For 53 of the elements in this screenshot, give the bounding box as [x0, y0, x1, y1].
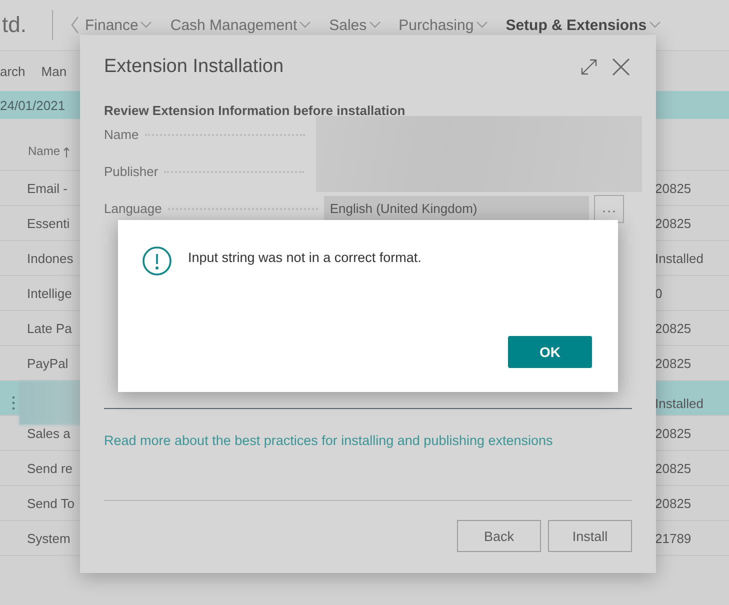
dialog-button[interactable]: Install	[548, 520, 632, 552]
table-cell: PayPal	[27, 356, 68, 370]
best-practices-link[interactable]: Read more about the best practices for installing and publishing extensions	[104, 433, 632, 448]
language-field[interactable]: English (United Kingdom)	[324, 196, 589, 222]
table-cell: 20825	[655, 216, 692, 230]
table-cell: Essenti	[27, 216, 70, 230]
more-options-icon[interactable]	[12, 396, 15, 410]
chevron-down-icon	[368, 21, 381, 29]
table-cell: 21789	[655, 530, 692, 546]
chevron-down-icon	[476, 21, 488, 29]
ok-button[interactable]: OK	[508, 336, 592, 368]
dialog-title: Extension Installation	[104, 56, 285, 78]
table-cell: 20825	[655, 320, 692, 336]
exclamation-icon	[142, 246, 172, 276]
lookup-button[interactable]	[594, 194, 624, 222]
table-cell: 20825	[655, 180, 692, 196]
close-icon[interactable]	[610, 56, 632, 78]
table-cell: System	[27, 530, 70, 546]
table-cell: Sales a	[27, 426, 70, 440]
error-message: Input string was not in a correct format.	[188, 250, 422, 265]
column-header[interactable]: Name	[28, 144, 60, 158]
nav-menu-item[interactable]: Cash Management	[170, 16, 312, 34]
table-cell: Indones	[27, 250, 74, 266]
table-cell: Email -	[27, 180, 68, 196]
table-cell: 20825	[655, 426, 692, 440]
chevron-down-icon	[299, 21, 312, 29]
date-text: 24/01/2021	[0, 98, 66, 112]
field-label: Name	[104, 127, 139, 142]
table-cell: Send To	[27, 496, 74, 510]
field-label: Publisher	[104, 164, 158, 179]
chevron-down-icon	[648, 21, 661, 29]
nav-menu-item[interactable]: Setup & Extensions	[506, 16, 661, 34]
table-cell: 20825	[655, 356, 692, 370]
table-cell: Installed	[655, 396, 704, 410]
action-link[interactable]: Man	[41, 64, 67, 78]
table-cell: Send re	[27, 460, 73, 476]
table-cell: Installed	[655, 250, 704, 266]
chevron-down-icon	[140, 21, 152, 29]
company-name: td.	[2, 12, 28, 38]
table-cell: 20825	[655, 460, 692, 476]
table-cell: 20825	[655, 496, 692, 510]
ellipsis-icon	[602, 210, 616, 212]
table-cell: Late Pa	[27, 320, 72, 336]
nav-menu-item[interactable]: Sales	[329, 16, 381, 34]
sort-arrow-icon	[63, 147, 70, 158]
action-link[interactable]: arch	[0, 64, 26, 78]
nav-menu-item[interactable]: Finance	[85, 16, 152, 34]
dialog-button[interactable]: Back	[457, 520, 541, 552]
section-heading: Review Extension Information before installation	[104, 103, 406, 118]
field-label: Language	[104, 201, 162, 216]
chevron-left-icon	[71, 16, 79, 34]
table-cell: Intellige	[27, 286, 72, 300]
nav-menu-item[interactable]: Purchasing	[398, 16, 488, 34]
